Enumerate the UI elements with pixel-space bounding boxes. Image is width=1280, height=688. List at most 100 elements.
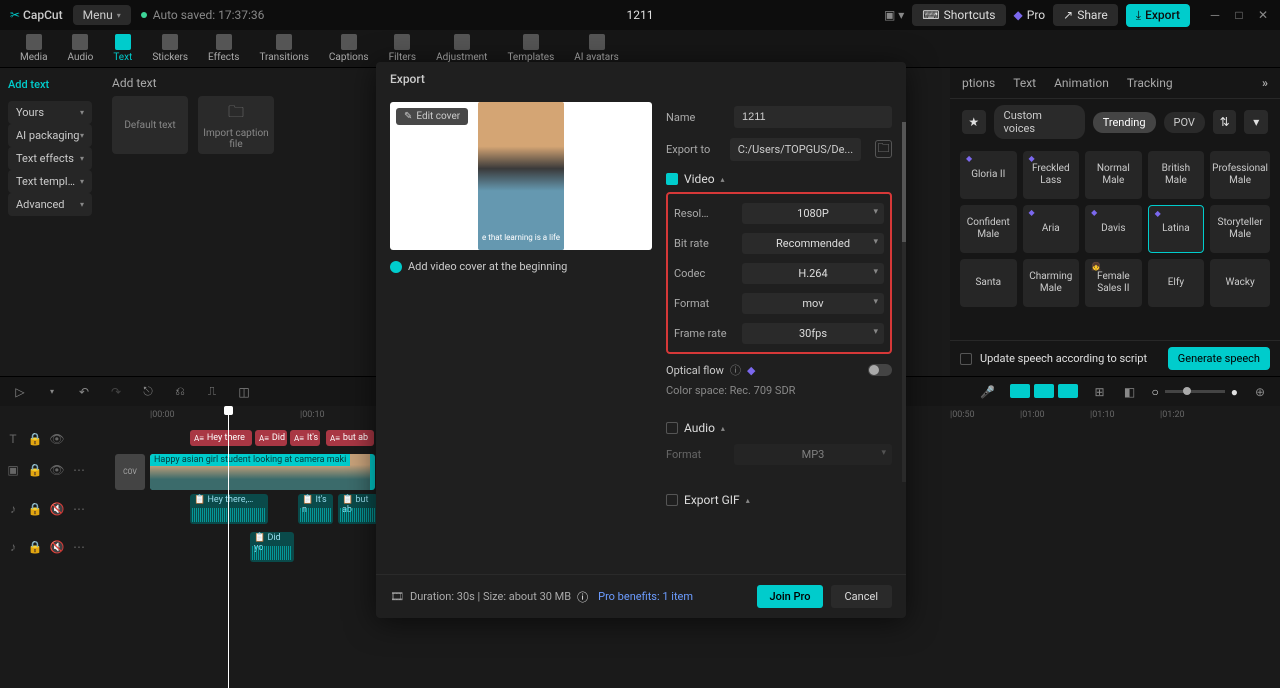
audio-checkbox[interactable] bbox=[666, 422, 678, 434]
voice-davis[interactable]: ◆Davis bbox=[1085, 205, 1142, 253]
trending-chip[interactable]: Trending bbox=[1093, 112, 1156, 133]
framerate-select[interactable]: 30fps bbox=[742, 323, 884, 344]
pro-badge[interactable]: ◆Pro bbox=[1014, 8, 1046, 22]
tool-transitions[interactable]: Transitions bbox=[249, 32, 318, 65]
share-button[interactable]: ↗ Share bbox=[1053, 4, 1118, 26]
pro-benefits-link[interactable]: Pro benefits: 1 item bbox=[598, 590, 693, 603]
lock-icon[interactable]: 🔒 bbox=[28, 540, 42, 554]
update-speech-checkbox[interactable] bbox=[960, 353, 972, 365]
section-yours[interactable]: Yours▾ bbox=[8, 101, 92, 124]
audio-clip[interactable]: 📋 It's n bbox=[298, 494, 333, 524]
tool-filters[interactable]: Filters bbox=[379, 32, 427, 65]
accent-tool-3[interactable] bbox=[1058, 384, 1078, 398]
pov-chip[interactable]: POV bbox=[1164, 112, 1205, 133]
export-button[interactable]: ⤓ Export bbox=[1126, 4, 1190, 27]
tool-text[interactable]: Text bbox=[103, 32, 142, 65]
default-text-thumb[interactable]: Default text bbox=[112, 96, 188, 154]
voice-normal-male[interactable]: Normal Male bbox=[1085, 151, 1142, 199]
text-clip[interactable]: A≡Did bbox=[255, 430, 287, 446]
section-advanced[interactable]: Advanced▾ bbox=[8, 193, 92, 216]
minimize-icon[interactable]: ─ bbox=[1208, 8, 1222, 22]
tab-tracking[interactable]: Tracking bbox=[1127, 76, 1173, 90]
undo-icon[interactable]: ↶ bbox=[76, 384, 92, 400]
tab-options[interactable]: ptions bbox=[962, 76, 995, 90]
voice-british-male[interactable]: British Male bbox=[1148, 151, 1205, 199]
favorites-icon[interactable]: ★ bbox=[962, 110, 986, 134]
audio-clip[interactable]: 📋 but ab bbox=[338, 494, 378, 524]
generate-speech-button[interactable]: Generate speech bbox=[1168, 347, 1270, 370]
split-icon[interactable]: ⎋ bbox=[140, 384, 156, 400]
video-clip[interactable]: Happy asian girl student looking at came… bbox=[150, 454, 375, 490]
voice-gloria-ii[interactable]: ◆Gloria II bbox=[960, 151, 1017, 199]
redo-icon[interactable]: ↷ bbox=[108, 384, 124, 400]
video-checkbox[interactable] bbox=[666, 173, 678, 185]
info-icon[interactable]: ⓘ bbox=[577, 589, 588, 605]
tab-animation[interactable]: Animation bbox=[1054, 76, 1109, 90]
edit-cover-button[interactable]: ✎ Edit cover bbox=[396, 108, 468, 125]
voice-santa[interactable]: Santa bbox=[960, 259, 1017, 307]
cursor-dropdown-icon[interactable]: ▾ bbox=[44, 384, 60, 400]
split-left-icon[interactable]: ⎌ bbox=[172, 384, 188, 400]
import-caption-thumb[interactable]: 🗀 Import caption file bbox=[198, 96, 274, 154]
mic-icon[interactable]: 🎤 bbox=[980, 384, 996, 400]
crop-icon[interactable]: ◫ bbox=[236, 384, 252, 400]
tab-text[interactable]: Text bbox=[1013, 76, 1036, 90]
browse-folder-icon[interactable]: 🗀 bbox=[875, 140, 892, 158]
cancel-button[interactable]: Cancel bbox=[831, 585, 892, 608]
tool-media[interactable]: Media bbox=[10, 32, 58, 65]
audio-format-select[interactable]: MP3 bbox=[734, 444, 892, 465]
audio-clip[interactable]: 📋 Did yo bbox=[250, 532, 294, 562]
voice-female-sales-ii[interactable]: 👧Female Sales II bbox=[1085, 259, 1142, 307]
magnet-icon[interactable]: ◧ bbox=[1122, 384, 1138, 400]
menu-button[interactable]: Menu ▾ bbox=[73, 5, 131, 25]
add-cover-checkbox[interactable] bbox=[390, 261, 402, 273]
bitrate-select[interactable]: Recommended bbox=[742, 233, 884, 254]
text-clip[interactable]: A≡Hey there bbox=[190, 430, 252, 446]
more-icon[interactable]: » bbox=[1262, 76, 1268, 90]
tool-ai-avatars[interactable]: AI avatars bbox=[564, 32, 629, 65]
eye-icon[interactable]: 👁 bbox=[50, 432, 64, 446]
voice-storyteller-male[interactable]: Storyteller Male bbox=[1210, 205, 1270, 253]
text-clip[interactable]: A≡but ab bbox=[326, 430, 374, 446]
tool-audio[interactable]: Audio bbox=[58, 32, 104, 65]
more-icon[interactable]: ⋯ bbox=[72, 463, 86, 477]
more-icon[interactable]: ⋯ bbox=[72, 540, 86, 554]
voice-aria[interactable]: ◆Aria bbox=[1023, 205, 1080, 253]
mute-icon[interactable]: 🔇 bbox=[50, 540, 64, 554]
zoom-slider[interactable]: ○● bbox=[1152, 384, 1239, 400]
voice-freckled-lass[interactable]: ◆Freckled Lass bbox=[1023, 151, 1080, 199]
split-right-icon[interactable]: ⎍ bbox=[204, 384, 220, 400]
voice-latina[interactable]: ◆Latina bbox=[1148, 205, 1205, 253]
text-clip[interactable]: A≡It's bbox=[290, 430, 320, 446]
tool-adjustment[interactable]: Adjustment bbox=[426, 32, 497, 65]
section-aipackaging[interactable]: AI packaging▾ bbox=[8, 124, 92, 147]
voice-professional-male[interactable]: Professional Male bbox=[1210, 151, 1270, 199]
tool-effects[interactable]: Effects bbox=[198, 32, 249, 65]
audio-clip[interactable]: 📋 Hey there,… bbox=[190, 494, 268, 524]
lock-icon[interactable]: 🔒 bbox=[28, 463, 42, 477]
format-select[interactable]: mov bbox=[742, 293, 884, 314]
codec-select[interactable]: H.264 bbox=[742, 263, 884, 284]
lock-icon[interactable]: 🔒 bbox=[28, 502, 42, 516]
align-icon[interactable]: ⊞ bbox=[1092, 384, 1108, 400]
modal-scrollbar[interactable] bbox=[902, 122, 906, 482]
info-icon[interactable]: ⓘ bbox=[730, 362, 741, 378]
voice-wacky[interactable]: Wacky bbox=[1210, 259, 1270, 307]
tool-captions[interactable]: Captions bbox=[319, 32, 379, 65]
mute-icon[interactable]: 🔇 bbox=[50, 502, 64, 516]
section-texteffects[interactable]: Text effects▾ bbox=[8, 147, 92, 170]
close-icon[interactable]: ✕ bbox=[1256, 8, 1270, 22]
join-pro-button[interactable]: Join Pro bbox=[757, 585, 822, 608]
eye-icon[interactable]: 👁 bbox=[50, 463, 64, 477]
accent-tool-2[interactable] bbox=[1034, 384, 1054, 398]
voice-charming-male[interactable]: Charming Male bbox=[1023, 259, 1080, 307]
resolution-select[interactable]: 1080P bbox=[742, 203, 884, 224]
section-texttempl[interactable]: Text templ…▾ bbox=[8, 170, 92, 193]
more-icon[interactable]: ⋯ bbox=[72, 502, 86, 516]
gif-checkbox[interactable] bbox=[666, 494, 678, 506]
sort-icon[interactable]: ⇅ bbox=[1213, 110, 1237, 134]
playhead[interactable] bbox=[228, 408, 229, 688]
aspect-icon[interactable]: ▣ ▾ bbox=[884, 8, 904, 22]
maximize-icon[interactable]: □ bbox=[1232, 8, 1246, 22]
voice-elfy[interactable]: Elfy bbox=[1148, 259, 1205, 307]
